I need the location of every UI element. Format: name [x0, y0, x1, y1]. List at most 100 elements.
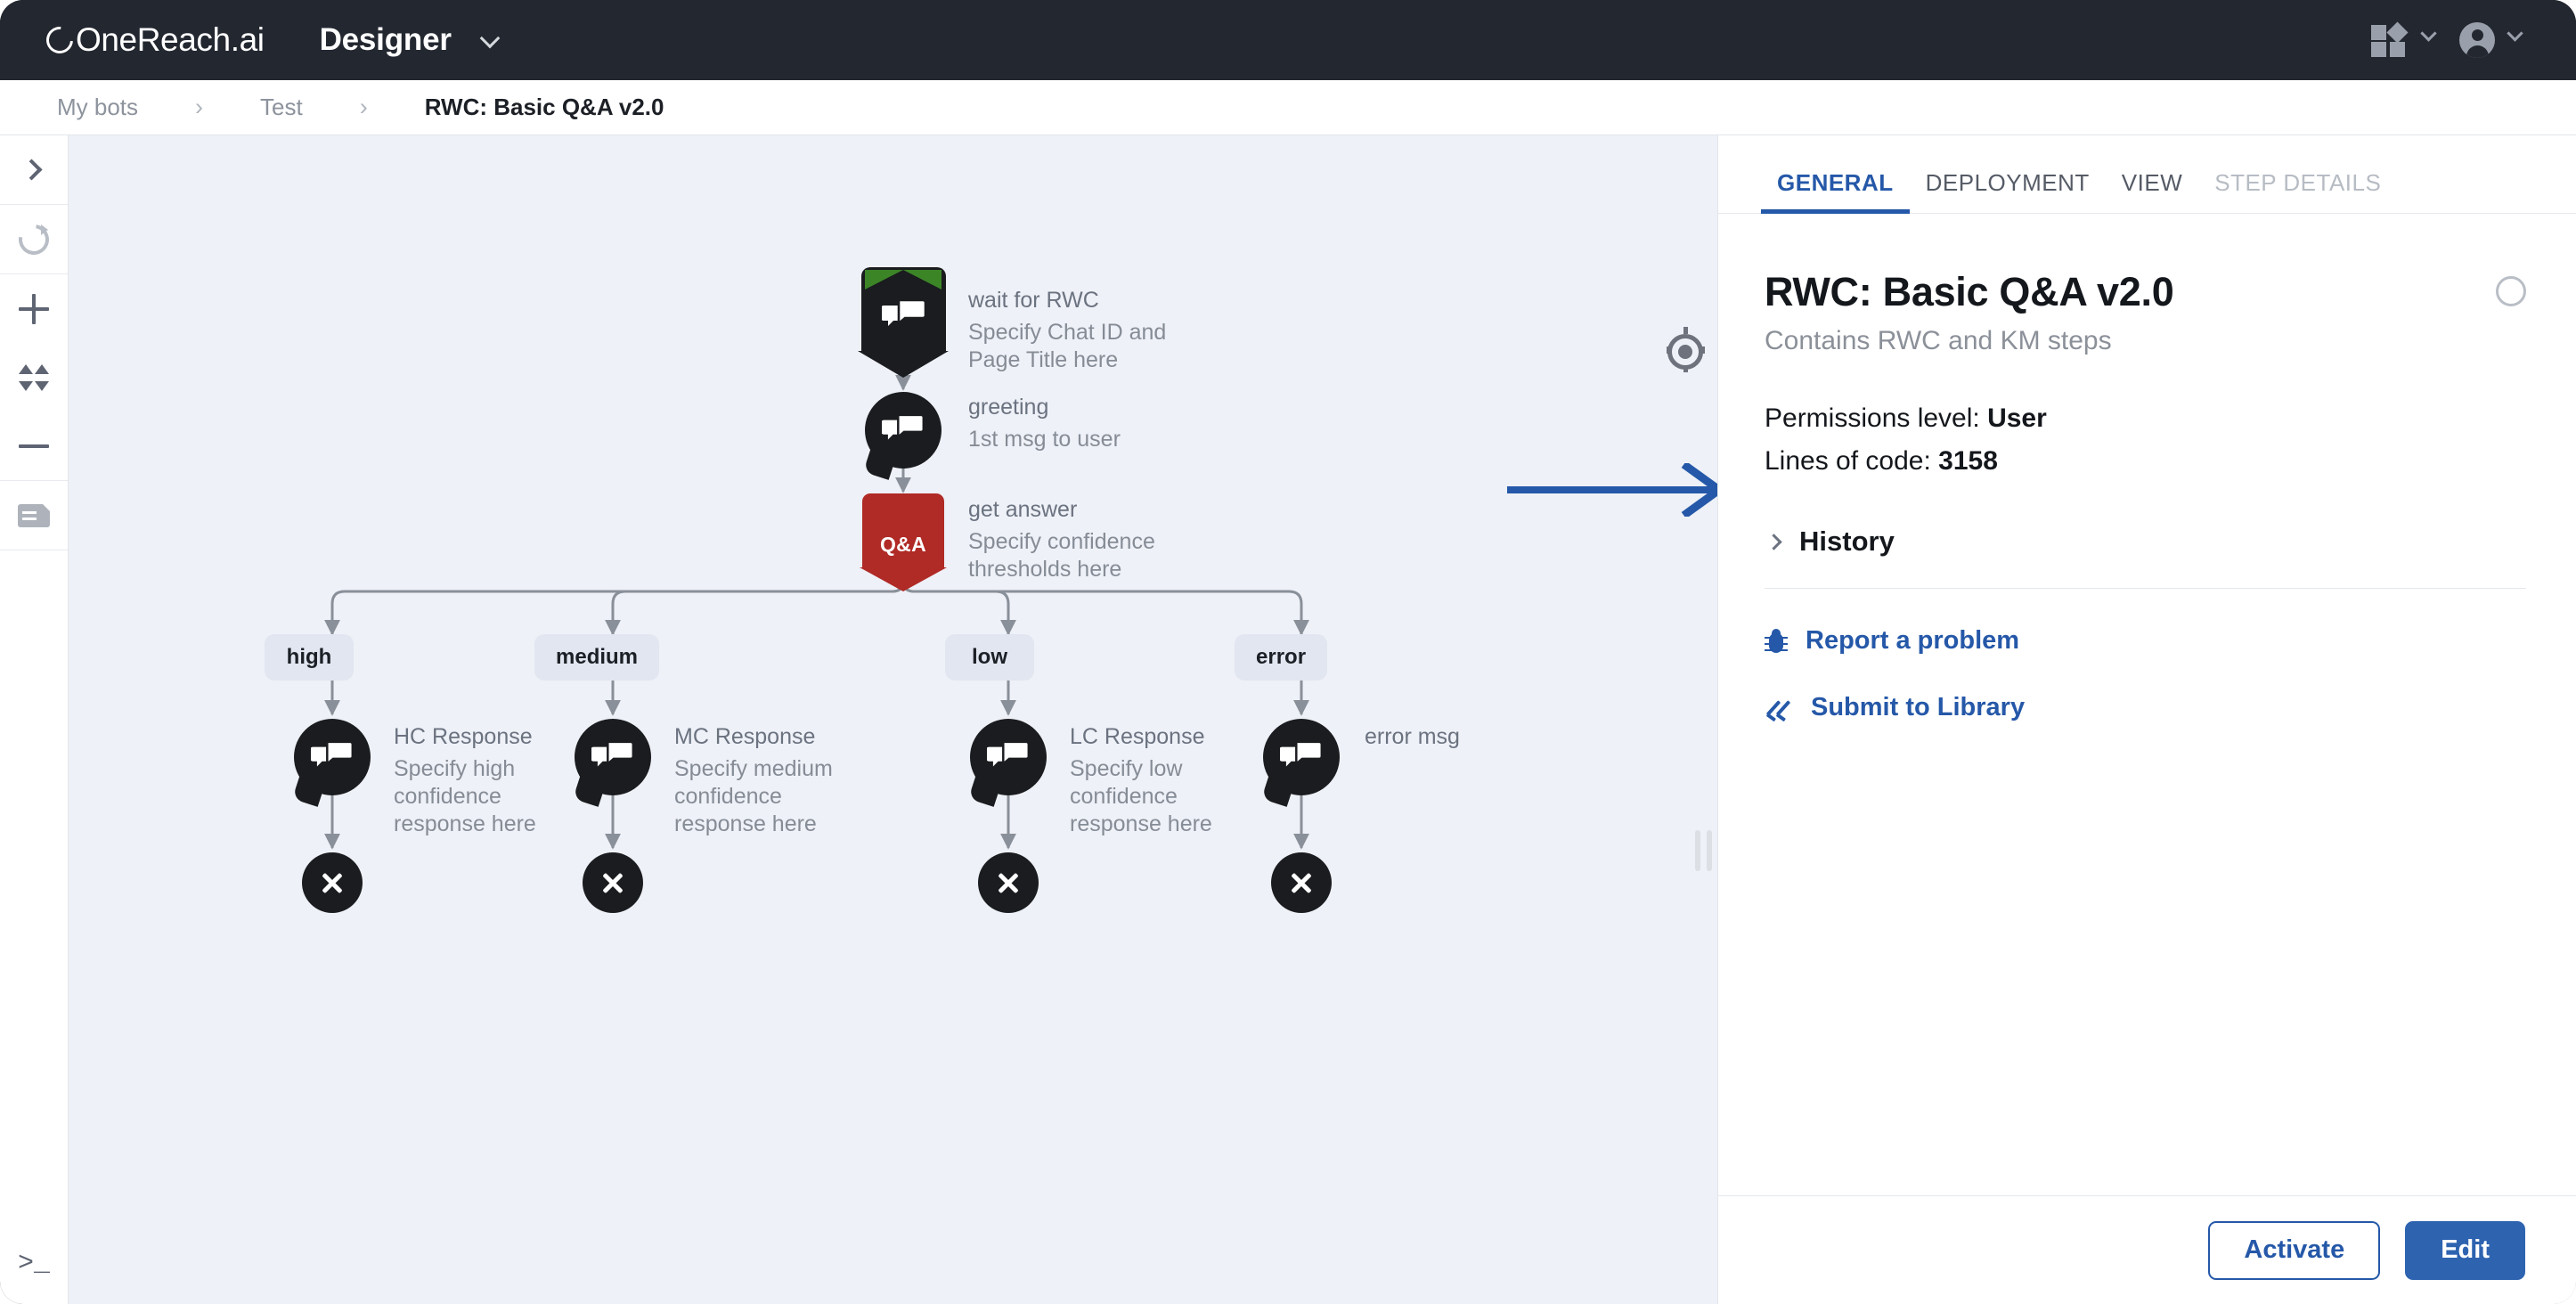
node-title: error msg: [1365, 724, 1460, 749]
node-title: HC Response: [394, 724, 533, 749]
edit-button[interactable]: Edit: [2405, 1220, 2525, 1280]
end-node-shape: [302, 852, 363, 913]
breadcrumb: My bots › Test › RWC: Basic Q&A v2.0: [0, 80, 2576, 135]
flow-node-end-low[interactable]: [978, 852, 1039, 913]
node-title: LC Response: [1070, 724, 1205, 749]
chat-bubbles-icon: [591, 740, 634, 767]
flow-node-wait-for-rwc[interactable]: [858, 267, 949, 378]
node-title: get answer: [968, 497, 1078, 522]
terminal-button[interactable]: >_: [0, 1224, 68, 1304]
submit-to-library-link[interactable]: Submit to Library: [1765, 693, 2526, 722]
activate-button[interactable]: Activate: [2208, 1220, 2381, 1280]
flow-node-greeting[interactable]: [865, 392, 942, 469]
flow-label-mc-response: MC Response Specify medium confidence re…: [674, 723, 879, 838]
flow-node-end-high[interactable]: [302, 852, 363, 913]
breadcrumb-item-test[interactable]: Test: [260, 94, 303, 121]
panel-footer: Activate Edit: [1718, 1195, 2576, 1304]
flow-label-lc-response: LC Response Specify low confidence respo…: [1070, 723, 1275, 838]
node-title: wait for RWC: [968, 288, 1099, 313]
lines-of-code-label: Lines of code:: [1765, 446, 1939, 476]
message-node-shape: [865, 392, 942, 469]
plus-icon: [19, 293, 49, 324]
report-a-problem-link[interactable]: Report a problem: [1765, 626, 2526, 656]
history-accordion[interactable]: History: [1765, 526, 2526, 589]
bug-icon: [1765, 628, 1788, 654]
qa-node-shape: Q&A: [860, 493, 947, 591]
reload-button[interactable]: [0, 205, 68, 273]
app-title-chevron[interactable]: [479, 22, 501, 57]
submit-to-library-label: Submit to Library: [1811, 693, 2026, 721]
flow-node-end-error[interactable]: [1271, 852, 1332, 913]
breadcrumb-item-my-bots[interactable]: My bots: [57, 94, 138, 121]
brand-logo[interactable]: OneReach.ai: [40, 20, 265, 60]
flow-node-error-msg[interactable]: [1263, 719, 1340, 795]
double-check-icon: [1765, 698, 1793, 718]
fit-to-screen-button[interactable]: [0, 343, 68, 412]
onereach-logo-icon: [40, 20, 79, 60]
qa-badge-label: Q&A: [879, 533, 926, 556]
node-title: greeting: [968, 395, 1049, 420]
top-bar-actions: [2371, 0, 2523, 80]
message-node-shape: [970, 719, 1047, 795]
flow-node-get-answer[interactable]: Q&A: [860, 493, 947, 591]
flow-node-mc-response[interactable]: [575, 719, 651, 795]
flow-node-hc-response[interactable]: [294, 719, 371, 795]
start-node-shape: [858, 267, 949, 378]
tab-view[interactable]: VIEW: [2106, 169, 2198, 213]
zoom-in-button[interactable]: [0, 274, 68, 343]
close-x-icon: [320, 870, 345, 895]
branch-pill-error[interactable]: error: [1235, 634, 1328, 681]
chat-bubbles-icon: [987, 740, 1030, 767]
app-title-text: Designer: [319, 22, 452, 57]
expand-panel-button[interactable]: [0, 135, 68, 204]
message-node-shape: [1263, 719, 1340, 795]
flow-label-greeting: greeting 1st msg to user: [968, 394, 1173, 453]
app-title[interactable]: Designer: [319, 22, 501, 58]
terminal-icon: >_: [17, 1249, 50, 1279]
permissions-value: User: [1987, 403, 2047, 433]
tab-general[interactable]: GENERAL: [1761, 169, 1910, 214]
breadcrumb-separator: ›: [359, 94, 368, 120]
flow-label-error-msg: error msg: [1365, 723, 1569, 751]
start-node-green-cap: [865, 270, 942, 289]
apps-menu-button[interactable]: [2371, 21, 2437, 57]
lines-of-code-row: Lines of code: 3158: [1765, 440, 2526, 483]
expand-arrows-icon: [19, 363, 49, 391]
flow-canvas[interactable]: wait for RWC Specify Chat ID and Page Ti…: [69, 135, 1717, 1304]
brand-logo-text: OneReach.ai: [76, 21, 265, 58]
node-subtitle: 1st msg to user: [968, 427, 1121, 452]
node-title: MC Response: [674, 724, 816, 749]
account-menu-button[interactable]: [2459, 22, 2523, 58]
tab-deployment[interactable]: DEPLOYMENT: [1910, 169, 2106, 213]
flow-node-lc-response[interactable]: [970, 719, 1047, 795]
end-node-shape: [583, 852, 643, 913]
chat-bubbles-icon: [881, 298, 926, 327]
user-avatar-icon: [2459, 22, 2495, 58]
rail-group-expand: [0, 135, 68, 205]
rail-group-reload: [0, 205, 68, 274]
node-subtitle: Specify confidence thresholds here: [968, 529, 1155, 583]
end-node-shape: [978, 852, 1039, 913]
refresh-icon: [19, 224, 49, 255]
breadcrumb-separator: ›: [195, 94, 204, 120]
chevron-right-icon: [20, 159, 43, 181]
message-node-shape: [294, 719, 371, 795]
breadcrumb-item-current: RWC: Basic Q&A v2.0: [424, 94, 664, 120]
notes-button[interactable]: [0, 481, 68, 550]
status-circle-icon[interactable]: [2496, 276, 2526, 306]
report-a-problem-label: Report a problem: [1806, 626, 2020, 655]
apps-menu-chevron-icon: [2420, 25, 2437, 48]
rail-group-zoom: [0, 274, 68, 481]
close-x-icon: [600, 870, 625, 895]
flow-label-hc-response: HC Response Specify high confidence resp…: [394, 723, 599, 838]
node-subtitle: Specify Chat ID and Page Title here: [968, 320, 1167, 373]
branch-pill-high[interactable]: high: [265, 634, 354, 681]
branch-pill-low[interactable]: low: [945, 634, 1034, 681]
flow-node-end-medium[interactable]: [583, 852, 643, 913]
page-subtitle: Contains RWC and KM steps: [1765, 326, 2112, 355]
chevron-down-icon: [479, 28, 501, 49]
zoom-out-button[interactable]: [0, 412, 68, 480]
top-bar: OneReach.ai Designer: [0, 0, 2576, 80]
branch-pill-medium[interactable]: medium: [534, 634, 660, 681]
panel-tabs: GENERAL DEPLOYMENT VIEW STEP DETAILS: [1718, 135, 2576, 214]
